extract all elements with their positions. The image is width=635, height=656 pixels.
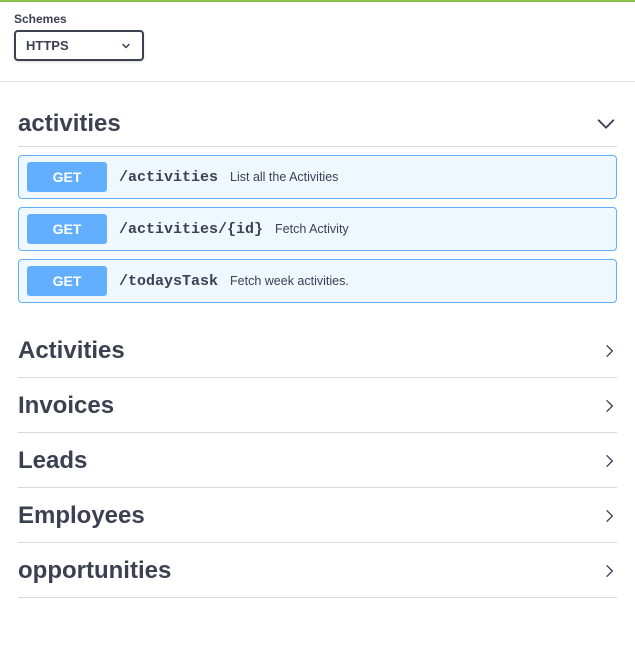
endpoint-row[interactable]: GET /activities/{id} Fetch Activity <box>18 207 617 251</box>
endpoint-row[interactable]: GET /activities List all the Activities <box>18 155 617 199</box>
tag-header-invoices[interactable]: Invoices <box>18 378 617 433</box>
tag-title: Leads <box>18 447 87 475</box>
tag-header-leads[interactable]: Leads <box>18 433 617 488</box>
chevron-right-icon <box>601 398 617 414</box>
chevron-down-icon <box>595 113 617 135</box>
method-badge-get: GET <box>27 162 107 192</box>
divider <box>0 81 635 82</box>
tag-title: activities <box>18 110 121 138</box>
tag-header-activities-2[interactable]: Activities <box>18 323 617 378</box>
schemes-select[interactable]: HTTPS <box>14 30 144 61</box>
chevron-right-icon <box>601 508 617 524</box>
tag-section-activities: activities GET /activities List all the … <box>18 110 617 303</box>
chevron-down-icon <box>120 40 132 52</box>
endpoint-path: /activities/{id} <box>119 221 263 238</box>
tag-header-opportunities[interactable]: opportunities <box>18 543 617 598</box>
tag-title: opportunities <box>18 557 171 585</box>
tag-title: Invoices <box>18 392 114 420</box>
chevron-right-icon <box>601 563 617 579</box>
schemes-selected-value: HTTPS <box>26 38 69 53</box>
tag-title: Activities <box>18 337 125 365</box>
schemes-container: Schemes HTTPS <box>0 0 635 81</box>
endpoint-description: Fetch Activity <box>275 222 349 236</box>
tag-header-activities[interactable]: activities <box>18 110 617 147</box>
endpoint-description: Fetch week activities. <box>230 274 349 288</box>
endpoint-path: /todaysTask <box>119 273 218 290</box>
chevron-right-icon <box>601 453 617 469</box>
endpoint-description: List all the Activities <box>230 170 338 184</box>
api-content: activities GET /activities List all the … <box>0 110 635 598</box>
tag-header-employees[interactable]: Employees <box>18 488 617 543</box>
method-badge-get: GET <box>27 266 107 296</box>
schemes-label: Schemes <box>14 12 621 26</box>
endpoint-row[interactable]: GET /todaysTask Fetch week activities. <box>18 259 617 303</box>
method-badge-get: GET <box>27 214 107 244</box>
endpoint-path: /activities <box>119 169 218 186</box>
collapsed-tags: Activities Invoices Leads Employees oppo… <box>18 323 617 598</box>
chevron-right-icon <box>601 343 617 359</box>
tag-title: Employees <box>18 502 145 530</box>
